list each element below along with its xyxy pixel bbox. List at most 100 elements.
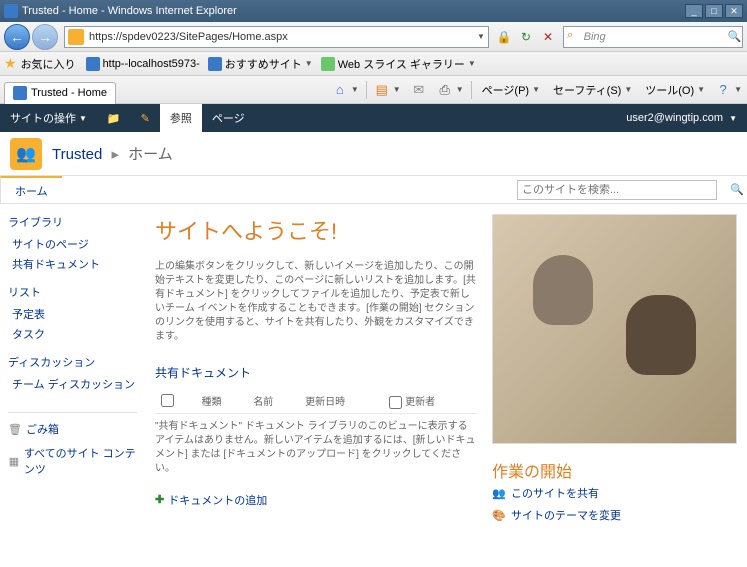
left-nav: ライブラリ サイトのページ 共有ドキュメント リスト 予定表 タスク ディスカッ…	[0, 204, 145, 567]
col-checkbox[interactable]	[155, 389, 195, 413]
chevron-down-icon: ▼	[468, 59, 476, 68]
getting-started-heading: 作業の開始	[492, 458, 737, 482]
print-icon: ⎙	[437, 82, 453, 98]
address-bar[interactable]: ▼	[64, 26, 489, 48]
mail-button[interactable]: ✉	[406, 79, 432, 101]
user-label: user2@wingtip.com	[626, 112, 723, 124]
recycle-icon: 🗑	[8, 422, 22, 436]
site-actions-menu[interactable]: サイトの操作 ▼	[0, 104, 97, 132]
chevron-down-icon: ▼	[456, 85, 464, 94]
help-button[interactable]: ?▼	[710, 79, 747, 101]
nav-link-tasks[interactable]: タスク	[8, 324, 137, 344]
refresh-button[interactable]: ↻	[516, 27, 536, 47]
page-menu[interactable]: ページ(P)▼	[474, 79, 545, 101]
link-label: このサイトを共有	[511, 485, 599, 501]
separator	[366, 81, 367, 99]
fav-item-localhost[interactable]: http--localhost5973-	[86, 57, 200, 71]
chevron-down-icon: ▼	[624, 85, 632, 94]
fav-item-label: http--localhost5973-	[103, 58, 200, 70]
nav-header-list[interactable]: リスト	[8, 284, 137, 300]
nav-link-sitepages[interactable]: サイトのページ	[8, 234, 137, 254]
link-label: ごみ箱	[26, 421, 59, 437]
sharepoint-ribbon: サイトの操作 ▼ 📁 ✎ 参照 ページ user2@wingtip.com ▼	[0, 104, 747, 132]
url-input[interactable]	[87, 31, 474, 43]
chevron-down-icon: ▼	[79, 114, 87, 123]
safety-menu[interactable]: セーフティ(S)▼	[545, 79, 637, 101]
browse-tab[interactable]: 参照	[160, 104, 202, 132]
title-area: 👥 Trusted ▸ ホーム	[0, 132, 747, 176]
maximize-button[interactable]: □	[705, 4, 723, 18]
nav-link-shareddocs[interactable]: 共有ドキュメント	[8, 254, 137, 274]
fav-item-webslice[interactable]: Web スライス ギャラリー ▼	[321, 56, 476, 72]
feeds-button[interactable]: ▤▼	[369, 79, 406, 101]
back-button[interactable]: ←	[4, 24, 30, 50]
close-button[interactable]: ✕	[725, 4, 743, 18]
main-content-area: サイトへようこそ! 上の編集ボタンをクリックして、新しいイメージを追加したり、こ…	[145, 204, 747, 567]
navigate-up-button[interactable]: 📁	[97, 104, 131, 132]
doclib-heading: 共有ドキュメント	[155, 364, 477, 381]
stop-button[interactable]: ✕	[538, 27, 558, 47]
col-label: 更新者	[405, 397, 435, 408]
link-label: すべてのサイト コンテンツ	[24, 445, 137, 477]
col-checkbox[interactable]	[389, 396, 402, 409]
help-icon: ?	[715, 82, 731, 98]
chevron-down-icon: ▼	[351, 85, 359, 94]
breadcrumb-site[interactable]: Trusted	[52, 146, 102, 163]
page-tab[interactable]: ページ	[202, 104, 255, 132]
search-input[interactable]	[584, 31, 727, 43]
minimize-button[interactable]: _	[685, 4, 703, 18]
window-title: Trusted - Home - Windows Internet Explor…	[22, 5, 683, 17]
nav-label: ホーム	[15, 183, 48, 199]
topnav-home[interactable]: ホーム	[0, 176, 62, 203]
fav-item-suggested[interactable]: おすすめサイト ▼	[208, 56, 313, 72]
menu-label: サイトの操作	[10, 110, 76, 126]
add-document-link[interactable]: ✚ ドキュメントの追加	[155, 492, 477, 508]
page-body: ライブラリ サイトのページ 共有ドキュメント リスト 予定表 タスク ディスカッ…	[0, 204, 747, 567]
browser-command-bar: Trusted - Home ⌂▼ ▤▼ ✉ ⎙▼ ページ(P)▼ セーフティ(…	[0, 76, 747, 104]
tab-label: 参照	[170, 110, 192, 126]
site-icon	[68, 29, 84, 45]
hero-image	[492, 214, 737, 444]
chevron-down-icon: ▼	[697, 85, 705, 94]
col-name[interactable]: 名前	[247, 389, 299, 413]
change-theme-link[interactable]: 🎨 サイトのテーマを変更	[492, 504, 737, 526]
all-content-link[interactable]: ▦ すべてのサイト コンテンツ	[8, 445, 137, 477]
col-type[interactable]: 種類	[195, 389, 247, 413]
select-all-checkbox[interactable]	[161, 394, 174, 407]
col-modified[interactable]: 更新日時	[299, 389, 383, 413]
col-modifiedby[interactable]: 更新者	[383, 389, 477, 413]
table-header-row: 種類 名前 更新日時 更新者	[155, 389, 477, 413]
top-nav: ホーム 🔍	[0, 176, 747, 204]
fav-item-label: おすすめサイト	[225, 56, 302, 72]
home-button[interactable]: ⌂▼	[327, 79, 364, 101]
site-logo[interactable]: 👥	[10, 138, 42, 170]
favorites-label[interactable]: お気に入り	[21, 56, 76, 72]
recycle-bin-link[interactable]: 🗑 ごみ箱	[8, 412, 137, 437]
edit-button[interactable]: ✎	[131, 104, 160, 132]
tools-menu[interactable]: ツール(O)▼	[637, 79, 710, 101]
search-go-button[interactable]: 🔍	[727, 30, 742, 43]
lock-icon[interactable]: 🔒	[494, 27, 514, 47]
forward-button[interactable]: →	[32, 24, 58, 50]
user-menu[interactable]: user2@wingtip.com ▼	[626, 112, 747, 124]
favorites-star-icon[interactable]: ★	[4, 55, 17, 72]
print-button[interactable]: ⎙▼	[432, 79, 469, 101]
nav-header-library[interactable]: ライブラリ	[8, 214, 137, 230]
browser-tab[interactable]: Trusted - Home	[4, 82, 116, 104]
welcome-heading: サイトへようこそ!	[155, 214, 477, 246]
site-search-button[interactable]: 🔍	[727, 183, 747, 196]
share-site-link[interactable]: 👥 このサイトを共有	[492, 482, 737, 504]
nav-link-teamdiscussion[interactable]: チーム ディスカッション	[8, 374, 137, 394]
nav-header-discussion[interactable]: ディスカッション	[8, 354, 137, 370]
rss-icon: ▤	[374, 82, 390, 98]
nav-link-calendar[interactable]: 予定表	[8, 304, 137, 324]
browser-search-box[interactable]: ⌕ 🔍	[563, 26, 743, 48]
folder-up-icon: 📁	[107, 112, 121, 125]
browser-nav-bar: ← → ▼ 🔒 ↻ ✕ ⌕ 🔍	[0, 22, 747, 52]
ie-page-icon	[208, 57, 222, 71]
site-search-box[interactable]	[517, 180, 717, 200]
url-dropdown[interactable]: ▼	[474, 32, 488, 41]
search-icon: 🔍	[730, 184, 744, 196]
menu-label: ツール(O)	[645, 82, 694, 98]
site-search-input[interactable]	[518, 184, 716, 196]
